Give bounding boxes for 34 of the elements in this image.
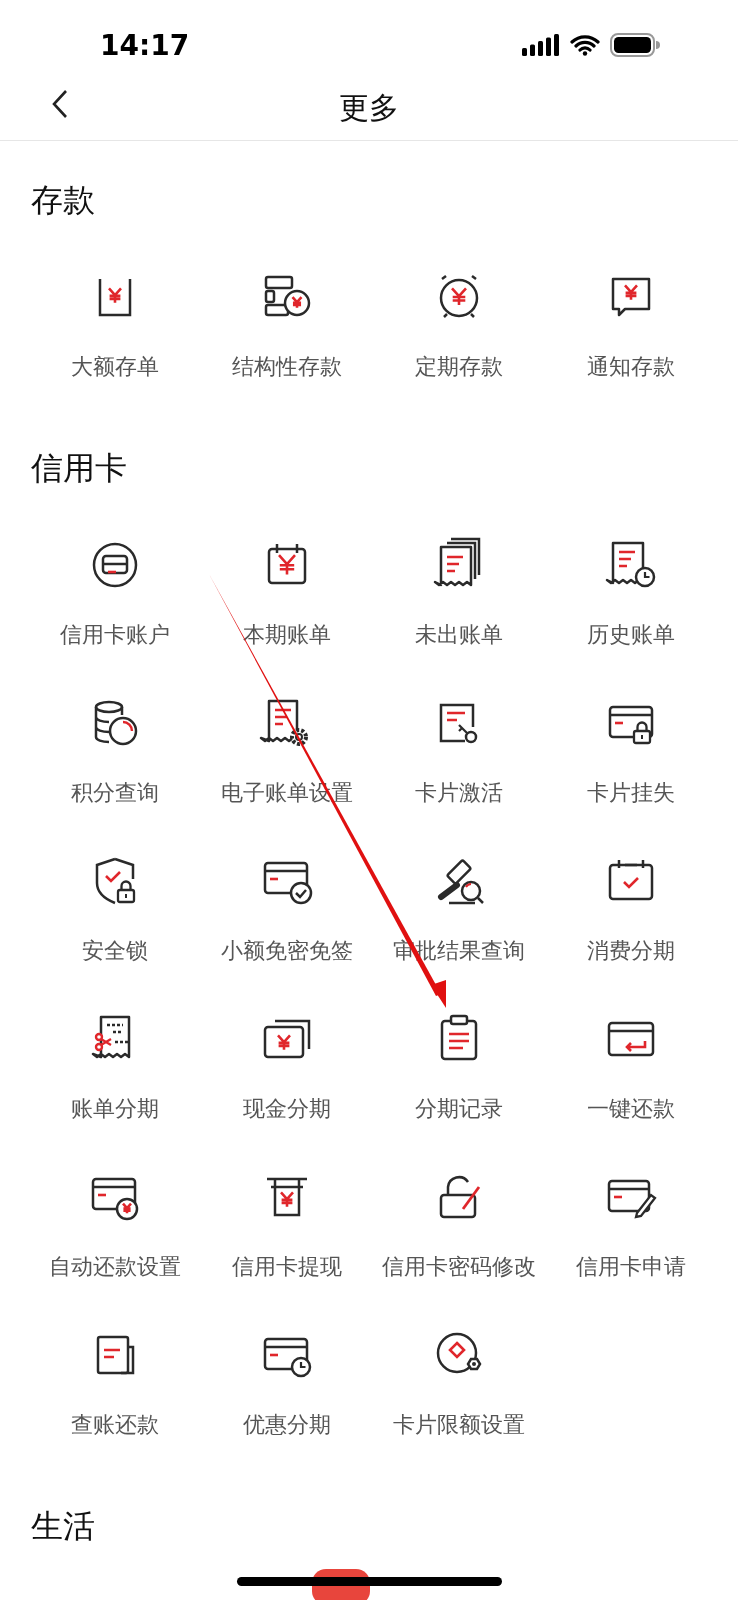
menu-item[interactable]: 积分查询	[29, 693, 201, 851]
menu-item[interactable]: 通知存款	[545, 267, 717, 425]
section-title: 信用卡	[31, 448, 127, 488]
page-title: 更多	[339, 90, 399, 126]
wifi-icon	[570, 34, 600, 56]
menu-item[interactable]: 卡片限额设置	[373, 1325, 545, 1483]
menu-item[interactable]: 结构性存款	[201, 267, 373, 425]
section-title: 生活	[31, 1506, 95, 1546]
menu-item[interactable]: 账单分期	[29, 1009, 201, 1167]
menu-item[interactable]: 大额存单	[29, 267, 201, 425]
menu-item[interactable]: 信用卡密码修改	[373, 1167, 545, 1325]
menu-item[interactable]: 查账还款	[29, 1325, 201, 1483]
menu-item[interactable]: 未出账单	[373, 535, 545, 693]
menu-item[interactable]: 信用卡提现	[201, 1167, 373, 1325]
menu-item[interactable]: 本期账单	[201, 535, 373, 693]
battery-icon	[610, 33, 660, 57]
menu-item[interactable]: 自动还款设置	[29, 1167, 201, 1325]
menu-item[interactable]: 卡片挂失	[545, 693, 717, 851]
menu-item[interactable]: 分期记录	[373, 1009, 545, 1167]
menu-item[interactable]: 消费分期	[545, 851, 717, 1009]
menu-item[interactable]: 安全锁	[29, 851, 201, 1009]
menu-item[interactable]: 优惠分期	[201, 1325, 373, 1483]
menu-item[interactable]: 信用卡申请	[545, 1167, 717, 1325]
menu-item[interactable]: 现金分期	[201, 1009, 373, 1167]
chevron-left-icon	[50, 88, 70, 120]
signal-icon	[522, 34, 560, 56]
menu-item[interactable]: 定期存款	[373, 267, 545, 425]
menu-item[interactable]: 一键还款	[545, 1009, 717, 1167]
menu-item[interactable]: 信用卡账户	[29, 535, 201, 693]
section-title: 存款	[31, 180, 95, 220]
status-time: 14:17	[100, 28, 190, 62]
menu-item[interactable]: 卡片激活	[373, 693, 545, 851]
menu-item[interactable]: 历史账单	[545, 535, 717, 693]
menu-item[interactable]: 小额免密免签	[201, 851, 373, 1009]
